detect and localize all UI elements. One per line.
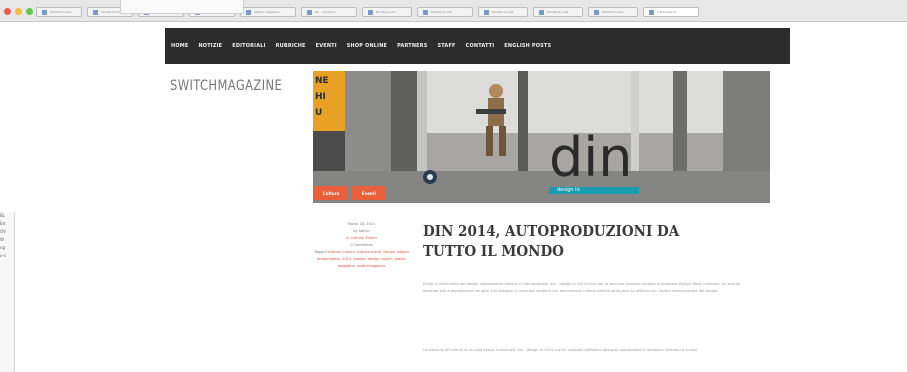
browser-tab-label: Mozilla Scuola xyxy=(431,10,453,14)
browser-tab-label: Re - Carrefour xyxy=(315,10,336,14)
nav-item-home[interactable]: HOME xyxy=(171,43,188,49)
browser-tab-label: Mozilla Scuola xyxy=(492,10,514,14)
side-widget-line: ng xyxy=(0,245,6,250)
tab-dropdown-panel xyxy=(120,0,244,14)
nav-item-english-posts[interactable]: ENGLISH POSTS xyxy=(504,43,551,49)
browser-tab[interactable]: Re - Carrefour xyxy=(301,7,357,17)
browser-tab-label: Mozilla Scuola xyxy=(50,10,72,14)
tab-favicon-icon xyxy=(594,9,599,15)
nav-item-editoriali[interactable]: EDITORIALI xyxy=(232,43,265,49)
main-navigation: HOME NOTIZIE EDITORIALI RUBRICHE EVENTI SHOP … xyxy=(165,28,790,64)
hero-photo xyxy=(313,71,770,203)
article-categories[interactable]: in Cultura, Eventi xyxy=(314,235,409,242)
side-widget-line: W xyxy=(0,237,4,242)
nav-item-contatti[interactable]: CONTATTI xyxy=(466,43,495,49)
side-widget-line: OV xyxy=(0,229,6,234)
side-widget-line: Ed xyxy=(0,221,6,226)
browser-tab[interactable]: Mozilla Scuola xyxy=(36,7,82,17)
nav-item-notizie[interactable]: NOTIZIE xyxy=(198,43,222,49)
tab-favicon-icon xyxy=(539,9,544,15)
site-logo[interactable]: SWITCHMAGAZINE xyxy=(170,78,282,94)
hero-banner-text: NE HI U xyxy=(315,73,343,121)
nav-item-partners[interactable]: PARTNERS xyxy=(397,43,427,49)
side-widget-line: x-s xyxy=(0,253,6,258)
browser-tab-label: Il Manuale di... xyxy=(657,10,679,14)
side-widget-partial: BL Ed OV Wng x-s xyxy=(0,212,15,372)
close-window-icon[interactable] xyxy=(4,8,11,15)
din-brand-subtext: design in xyxy=(557,187,580,193)
tab-favicon-icon xyxy=(307,9,312,15)
browser-tab[interactable]: Mozilla Scuola xyxy=(478,7,528,17)
nav-item-rubriche[interactable]: RUBRICHE xyxy=(276,43,306,49)
hero-image[interactable]: NE HI U din design in xyxy=(313,71,770,203)
tab-favicon-icon xyxy=(423,9,428,15)
browser-tab-label: Switch magazine xyxy=(254,10,280,14)
banner-letter: NE xyxy=(315,76,329,86)
tab-favicon-icon xyxy=(484,9,489,15)
article-paragraph: Punto di riferimento del design indipend… xyxy=(423,282,741,293)
side-widget-line: BL xyxy=(0,213,5,218)
banner-letter: HI xyxy=(315,92,326,102)
browser-tab[interactable]: Switch magazine xyxy=(240,7,296,17)
article-paragraph: Un'edizione all'interno di un polo desig… xyxy=(423,348,699,352)
maximize-window-icon[interactable] xyxy=(26,8,33,15)
tab-favicon-icon xyxy=(649,9,654,15)
browser-tab-label: Booking.com xyxy=(376,10,396,14)
article-comments[interactable]: 0 Comments xyxy=(314,242,409,249)
article-author[interactable]: by admin xyxy=(314,228,409,235)
nav-item-staff[interactable]: STAFF xyxy=(438,43,456,49)
tab-favicon-icon xyxy=(93,9,98,15)
browser-tab[interactable]: Mozilla Scuola xyxy=(417,7,473,17)
window-controls xyxy=(4,8,33,15)
banner-letter: U xyxy=(315,108,323,118)
article-date: Marzo 18, 2014 xyxy=(347,222,376,226)
article-title[interactable]: DIN 2014, AUTOPRODUZIONI DA TUTTO IL MON… xyxy=(423,221,711,261)
tags-label: Tagged xyxy=(314,250,327,254)
nav-item-shop-online[interactable]: SHOP ONLINE xyxy=(347,43,387,49)
browser-tab[interactable]: Mozilla Scuola xyxy=(588,7,638,17)
din-brand-text: din xyxy=(549,126,633,189)
category-chip-eventi[interactable]: Eventi xyxy=(352,186,386,200)
browser-tab-label: Mozilla Scuola xyxy=(547,10,569,14)
nav-item-eventi[interactable]: EVENTI xyxy=(316,43,337,49)
tab-favicon-icon xyxy=(246,9,251,15)
article-meta: Marzo 18, 2014 by admin in Cultura, Even… xyxy=(314,221,409,270)
browser-tab[interactable]: Mozilla Scuola xyxy=(533,7,583,17)
category-chip-cultura[interactable]: Cultura xyxy=(314,186,348,200)
tab-favicon-icon xyxy=(368,9,373,15)
article-tags: Tagged cultura, cultura, cultura eventi,… xyxy=(314,249,409,270)
browser-tab[interactable]: Il Manuale di... xyxy=(643,7,699,17)
browser-tab-label: Mozilla Scuola xyxy=(602,10,624,14)
browser-tab[interactable]: Booking.com xyxy=(362,7,412,17)
tags-list[interactable]: cultura, cultura, cultura eventi, design… xyxy=(317,250,409,268)
tab-favicon-icon xyxy=(42,9,47,15)
minimize-window-icon[interactable] xyxy=(15,8,22,15)
